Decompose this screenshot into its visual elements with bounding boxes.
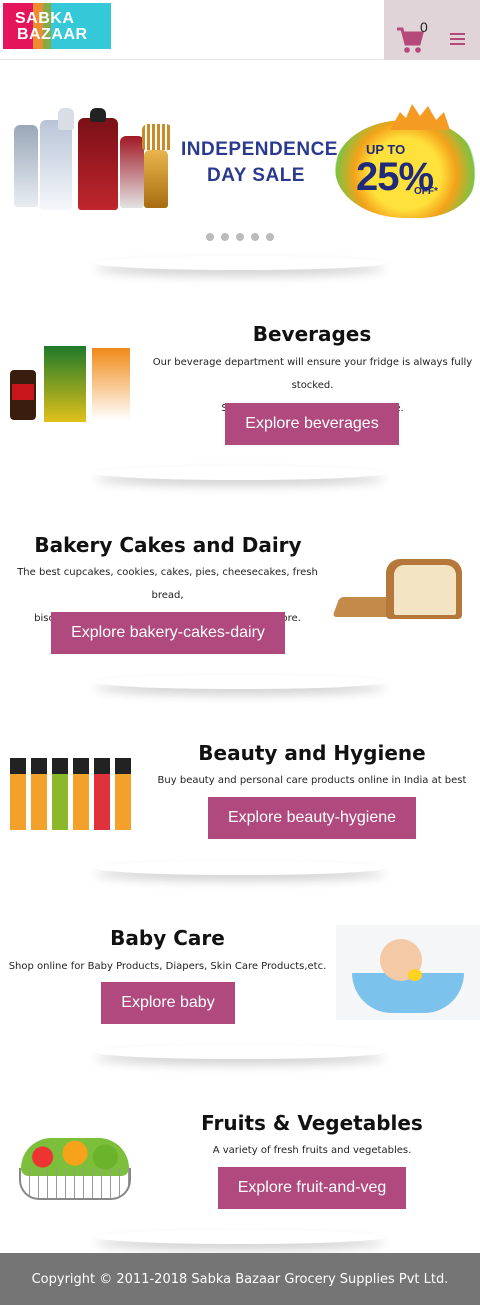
cart-count-badge: 0 bbox=[420, 19, 428, 35]
section-divider bbox=[95, 466, 385, 480]
product-bottle-image bbox=[78, 118, 118, 210]
explore-beauty-hygiene-button[interactable]: Explore beauty-hygiene bbox=[208, 797, 416, 839]
fruit-basket-image bbox=[15, 1118, 135, 1204]
carousel-dots bbox=[206, 228, 281, 246]
sabka-bazaar-logo[interactable]: SABKA BAZAAR bbox=[3, 3, 111, 49]
category-description: Shop online for Baby Products, Diapers, … bbox=[5, 955, 330, 978]
carousel-dot[interactable] bbox=[236, 233, 244, 241]
category-description: A variety of fresh fruits and vegetables… bbox=[150, 1139, 474, 1162]
baby-bath-image bbox=[336, 925, 480, 1020]
carousel-dot[interactable] bbox=[266, 233, 274, 241]
product-bottle-image bbox=[142, 124, 172, 150]
category-title: Baby Care bbox=[110, 926, 225, 950]
bakery-bread-image bbox=[332, 555, 480, 625]
sale-title: INDEPENDENCE DAY SALE bbox=[181, 137, 338, 189]
product-bottle-image bbox=[14, 125, 38, 207]
section-divider bbox=[95, 1045, 385, 1059]
product-bottle-image bbox=[90, 108, 106, 122]
section-divider bbox=[95, 675, 385, 689]
category-title: Beverages bbox=[252, 322, 372, 346]
category-title: Fruits & Vegetables bbox=[201, 1111, 423, 1135]
carousel-dot[interactable] bbox=[221, 233, 229, 241]
hamburger-menu-icon[interactable] bbox=[450, 33, 465, 45]
product-bottle-image bbox=[58, 108, 74, 130]
logo-text-line2: BAZAAR bbox=[17, 26, 88, 43]
logo-text-line1: SABKA bbox=[15, 10, 75, 27]
category-title: Beauty and Hygiene bbox=[198, 741, 426, 765]
section-divider bbox=[95, 256, 385, 270]
category-title: Bakery Cakes and Dairy bbox=[34, 533, 302, 557]
carousel-dot[interactable] bbox=[251, 233, 259, 241]
footer: Copyright © 2011-2018 Sabka Bazaar Groce… bbox=[0, 1253, 480, 1305]
copyright-text: Copyright © 2011-2018 Sabka Bazaar Groce… bbox=[31, 1271, 449, 1287]
offer-badge: UP TO 25% OFF* bbox=[330, 100, 475, 220]
sale-title-line1: INDEPENDENCE bbox=[181, 139, 338, 160]
explore-bakery-cakes-dairy-button[interactable]: Explore bakery-cakes-dairy bbox=[51, 612, 285, 654]
explore-beverages-button[interactable]: Explore beverages bbox=[225, 403, 399, 445]
beauty-products-image bbox=[10, 758, 135, 830]
category-description-line: Our beverage department will ensure your… bbox=[152, 357, 473, 391]
cart-button[interactable]: 0 bbox=[384, 0, 480, 60]
section-divider bbox=[95, 1230, 385, 1244]
header: SABKA BAZAAR 0 bbox=[0, 0, 480, 60]
category-description-line: A variety of fresh fruits and vegetables… bbox=[212, 1145, 412, 1156]
sale-title-line2: DAY SALE bbox=[207, 165, 305, 186]
monument-icon bbox=[390, 104, 450, 130]
explore-fruit-and-veg-button[interactable]: Explore fruit-and-veg bbox=[218, 1167, 406, 1209]
product-bottle-image bbox=[144, 150, 168, 208]
explore-baby-button[interactable]: Explore baby bbox=[101, 982, 235, 1024]
section-divider bbox=[95, 861, 385, 875]
offer-off: OFF* bbox=[414, 186, 438, 197]
product-bottle-image bbox=[40, 120, 72, 210]
product-bottle-image bbox=[120, 136, 144, 208]
carousel-dot[interactable] bbox=[206, 233, 214, 241]
category-description-line: The best cupcakes, cookies, cakes, pies,… bbox=[17, 567, 318, 601]
beverages-image bbox=[8, 340, 132, 424]
category-description-line: Shop online for Baby Products, Diapers, … bbox=[8, 961, 327, 972]
